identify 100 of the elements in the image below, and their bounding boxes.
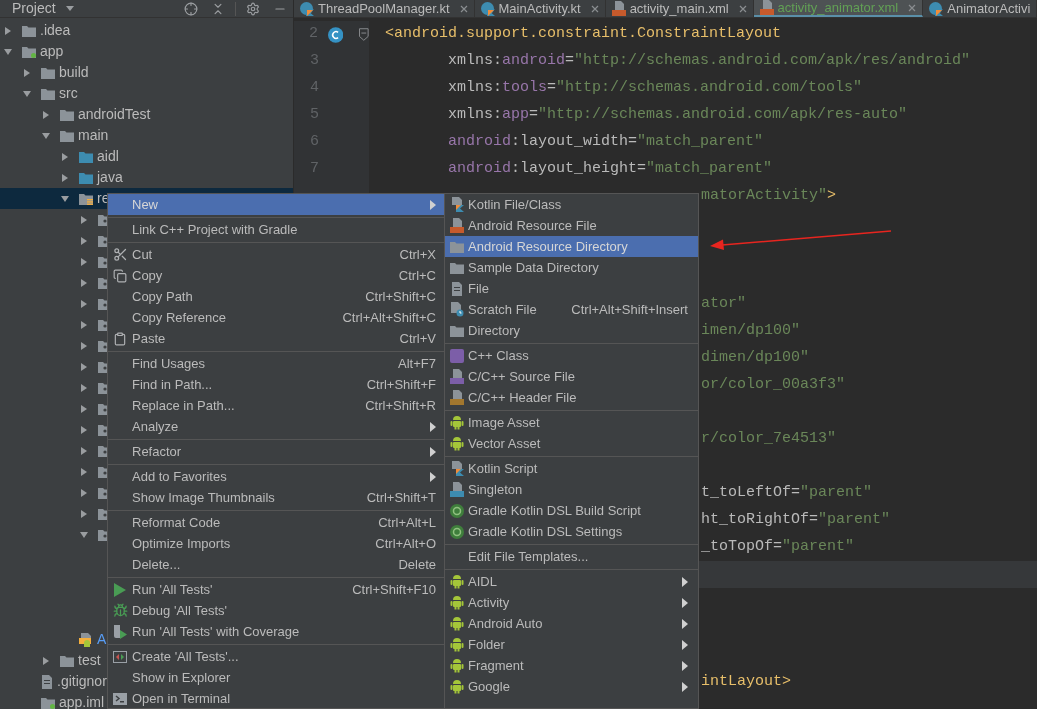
menu-item[interactable]: Fragment	[445, 655, 698, 676]
disclosure-arrow-icon[interactable]	[80, 488, 88, 497]
menu-item[interactable]: File	[445, 278, 698, 299]
menu-item[interactable]: Delete... Delete	[108, 554, 444, 575]
menu-item[interactable]: Image Asset	[445, 412, 698, 433]
menu-item[interactable]: C++ Class	[445, 345, 698, 366]
menu-item[interactable]: Refactor	[108, 441, 444, 462]
close-icon[interactable]	[459, 4, 468, 13]
tree-item-label[interactable]: main	[78, 125, 109, 146]
tree-item-label[interactable]: .idea	[40, 20, 71, 41]
menu-item[interactable]: Copy Ctrl+C	[108, 265, 444, 286]
disclosure-arrow-icon[interactable]	[42, 110, 50, 119]
menu-item[interactable]: Show Image Thumbnails Ctrl+Shift+T	[108, 487, 444, 508]
menu-item[interactable]: Replace in Path... Ctrl+Shift+R	[108, 395, 444, 416]
menu-item[interactable]: Google	[445, 676, 698, 697]
menu-item[interactable]: Cut Ctrl+X	[108, 244, 444, 265]
disclosure-arrow-icon[interactable]	[80, 362, 88, 371]
disclosure-arrow-icon[interactable]	[80, 257, 88, 266]
menu-item[interactable]: Edit File Templates...	[445, 546, 698, 567]
menu-item[interactable]: New	[108, 194, 444, 215]
menu-item[interactable]: AIDL	[445, 571, 698, 592]
menu-item[interactable]: Gradle Kotlin DSL Build Script	[445, 500, 698, 521]
disclosure-arrow-icon[interactable]	[80, 215, 88, 224]
editor-tab[interactable]: ThreadPoolManager.kt	[294, 0, 475, 17]
menu-item[interactable]: Copy Reference Ctrl+Alt+Shift+C	[108, 307, 444, 328]
disclosure-arrow-icon[interactable]	[80, 299, 88, 308]
disclosure-arrow-icon[interactable]	[80, 236, 88, 245]
menu-item[interactable]: Reformat Code Ctrl+Alt+L	[108, 512, 444, 533]
close-icon[interactable]	[738, 4, 747, 13]
disclosure-arrow-icon[interactable]	[23, 89, 31, 98]
menu-item[interactable]: C/C++ Source File	[445, 366, 698, 387]
editor-tab[interactable]: MainActivity.kt	[474, 0, 606, 17]
menu-item[interactable]: Debug 'All Tests'	[108, 600, 444, 621]
settings-icon[interactable]	[246, 1, 260, 16]
disclosure-arrow-icon[interactable]	[80, 278, 88, 287]
disclosure-arrow-icon[interactable]	[4, 26, 12, 35]
tree-item-label[interactable]: androidTest	[78, 104, 151, 125]
disclosure-arrow-icon[interactable]	[61, 194, 69, 203]
disclosure-arrow-icon[interactable]	[42, 131, 50, 140]
menu-item[interactable]: Run 'All Tests' with Coverage	[108, 621, 444, 642]
menu-item[interactable]: Copy Path Ctrl+Shift+C	[108, 286, 444, 307]
tree-item-label[interactable]: A	[97, 629, 107, 650]
dropdown-caret-icon[interactable]	[65, 6, 74, 11]
menu-item[interactable]: Create 'All Tests'...	[108, 646, 444, 667]
tree-item-label[interactable]: java	[97, 167, 123, 188]
tree-item-label[interactable]: app.iml	[59, 692, 105, 709]
disclosure-arrow-icon[interactable]	[80, 383, 88, 392]
disclosure-arrow-icon[interactable]	[80, 320, 88, 329]
menu-item[interactable]: Activity	[445, 592, 698, 613]
disclosure-arrow-icon[interactable]	[61, 173, 69, 182]
menu-item[interactable]: Vector Asset	[445, 433, 698, 454]
class-gutter-icon[interactable]	[328, 26, 344, 43]
disclosure-arrow-icon[interactable]	[80, 404, 88, 413]
disclosure-arrow-icon[interactable]	[23, 68, 31, 77]
menu-item[interactable]: Folder	[445, 634, 698, 655]
menu-item[interactable]: Directory	[445, 320, 698, 341]
menu-item[interactable]: Open in Terminal	[108, 688, 444, 709]
menu-item[interactable]: Kotlin Script	[445, 458, 698, 479]
menu-item[interactable]: Scratch File Ctrl+Alt+Shift+Insert	[445, 299, 698, 320]
close-icon[interactable]	[590, 4, 599, 13]
disclosure-arrow-icon[interactable]	[80, 467, 88, 476]
menu-item[interactable]: Paste Ctrl+V	[108, 328, 444, 349]
editor-tab[interactable]: activity_main.xml	[605, 0, 754, 17]
menu-item[interactable]: Optimize Imports Ctrl+Alt+O	[108, 533, 444, 554]
disclosure-arrow-icon[interactable]	[80, 446, 88, 455]
tree-item-label[interactable]: build	[59, 62, 89, 83]
disclosure-arrow-icon[interactable]	[80, 425, 88, 434]
disclosure-arrow-icon[interactable]	[42, 656, 50, 665]
menu-item[interactable]: Sample Data Directory	[445, 257, 698, 278]
close-icon[interactable]	[908, 3, 917, 12]
disclosure-arrow-icon[interactable]	[80, 341, 88, 350]
tree-item-label[interactable]: aidl	[97, 146, 119, 167]
disclosure-arrow-icon[interactable]	[80, 509, 88, 518]
menu-item[interactable]: Add to Favorites	[108, 466, 444, 487]
locate-icon[interactable]	[184, 1, 198, 16]
menu-item[interactable]: Find Usages Alt+F7	[108, 353, 444, 374]
panel-title[interactable]: Project	[12, 0, 56, 19]
tree-item-label[interactable]: app	[40, 41, 64, 62]
tree-item-label[interactable]: src	[59, 83, 78, 104]
fold-marker-icon[interactable]	[359, 28, 369, 41]
tree-item-label[interactable]: .gitignor	[57, 671, 107, 692]
menu-item[interactable]: Find in Path... Ctrl+Shift+F	[108, 374, 444, 395]
disclosure-arrow-icon[interactable]	[80, 530, 88, 539]
menu-item[interactable]: Analyze	[108, 416, 444, 437]
menu-item[interactable]: Run 'All Tests' Ctrl+Shift+F10	[108, 579, 444, 600]
menu-item[interactable]: Singleton	[445, 479, 698, 500]
menu-item[interactable]: Gradle Kotlin DSL Settings	[445, 521, 698, 542]
menu-item[interactable]: Show in Explorer	[108, 667, 444, 688]
menu-item[interactable]: Link C++ Project with Gradle	[108, 219, 444, 240]
menu-item[interactable]: C/C++ Header File	[445, 387, 698, 408]
menu-item[interactable]: Android Resource Directory	[445, 236, 698, 257]
collapse-all-icon[interactable]	[211, 1, 225, 16]
editor-tab[interactable]: AnimatorActivi	[923, 0, 1037, 17]
menu-item[interactable]: Android Resource File	[445, 215, 698, 236]
folder-icon	[449, 240, 464, 253]
disclosure-arrow-icon[interactable]	[4, 47, 12, 56]
disclosure-arrow-icon[interactable]	[61, 152, 69, 161]
menu-item[interactable]: Kotlin File/Class	[445, 194, 698, 215]
tree-item-label[interactable]: test	[78, 650, 101, 671]
menu-item[interactable]: Android Auto	[445, 613, 698, 634]
